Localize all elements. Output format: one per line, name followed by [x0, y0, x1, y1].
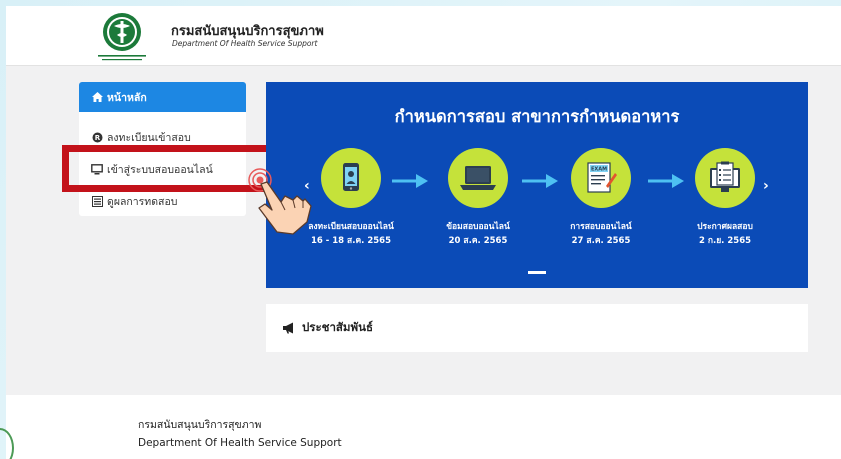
- list-icon: [91, 195, 103, 207]
- step-date: 27 ส.ค. 2565: [571, 236, 631, 246]
- step-date: 2 ก.ย. 2565: [698, 236, 752, 246]
- logo-emblem-icon: [98, 13, 146, 61]
- schedule-step-results: ประกาศผลสอบ 2 ก.ย. 2565: [660, 148, 790, 248]
- svg-text:R: R: [94, 134, 100, 142]
- web-page: กรมสนับสนุนบริการสุขภาพ Department Of He…: [6, 6, 841, 459]
- megaphone-icon: [282, 319, 296, 338]
- announcement-panel[interactable]: ประชาสัมพันธ์: [266, 304, 808, 352]
- schedule-step-exam: EXAM การสอบออนไลน์ 27 ส.ค. 2565: [536, 148, 666, 248]
- exam-label: EXAM: [591, 167, 607, 173]
- tap-hand-icon: [248, 168, 312, 235]
- banner-title: กำหนดการสอบ สาขาการกำหนดอาหาร: [394, 107, 680, 126]
- registered-icon: R: [91, 131, 103, 143]
- schedule-step-practice: ข้อมสอบออนไลน์ 20 ส.ค. 2565: [413, 148, 543, 248]
- header-org-name-english: Department Of Health Service Support: [172, 39, 318, 48]
- step-title: ประกาศผลสอบ: [697, 222, 753, 232]
- home-icon: [91, 91, 103, 103]
- step-title: ข้อมสอบออนไลน์: [446, 222, 510, 232]
- sidebar-item-label: ดูผลการทดสอบ: [107, 195, 178, 208]
- footer-org-name-thai: กรมสนับสนุนบริการสุขภาพ: [138, 419, 262, 431]
- exam-paper-icon: EXAM: [571, 148, 631, 208]
- header-org-name-thai: กรมสนับสนุนบริการสุขภาพ: [171, 24, 324, 39]
- sidebar-item-label: ลงทะเบียนเข้าสอบ: [107, 131, 191, 144]
- announcement-title: ประชาสัมพันธ์: [302, 320, 373, 334]
- step-title: การสอบออนไลน์: [570, 222, 632, 232]
- sidebar-item-label: หน้าหลัก: [107, 91, 147, 104]
- step-date: 20 ส.ค. 2565: [448, 236, 508, 246]
- footer-org-name-english: Department Of Health Service Support: [138, 437, 342, 449]
- sidebar-item-home[interactable]: หน้าหลัก: [79, 82, 246, 112]
- site-header: กรมสนับสนุนบริการสุขภาพ Department Of He…: [6, 6, 841, 66]
- carousel-indicator[interactable]: [528, 271, 546, 274]
- department-logo[interactable]: [90, 10, 154, 64]
- clipboard-monitor-icon: [695, 148, 755, 208]
- phone-register-icon: [321, 148, 381, 208]
- exam-schedule-banner[interactable]: กำหนดการสอบ สาขาการกำหนดอาหาร ‹ › ลงทะเบ…: [266, 82, 808, 288]
- laptop-icon: [448, 148, 508, 208]
- site-footer: กรมสนับสนุนบริการสุขภาพ Department Of He…: [6, 395, 841, 459]
